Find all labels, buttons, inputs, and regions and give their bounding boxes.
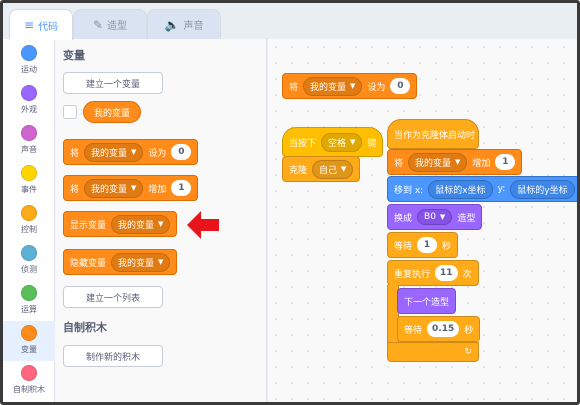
code-icon: ≡ [23,18,35,32]
key-dropdown[interactable]: 空格 ▼ [321,132,363,152]
hide-variable-block[interactable]: 隐藏变量 我的变量 ▼ [63,249,178,275]
red-arrow-icon [187,211,219,239]
category-looks[interactable]: 外观 [3,81,55,121]
brush-icon: ✎ [92,17,104,32]
block-palette: 变量 建立一个变量 我的变量 将 我的变量 ▼ 设为 0 将 我的变量 ▼ 增加 1… [55,39,267,402]
category-operators[interactable]: 运算 [3,281,55,321]
tab-costumes[interactable]: ✎ 造型 [73,9,147,39]
ws-set-variable-block[interactable]: 将 我的变量 ▼ 设为 0 [282,73,418,99]
sensing-dot-icon [21,245,37,261]
mouse-x-reporter[interactable]: 鼠标的x坐标 [428,179,493,199]
make-list-button[interactable]: 建立一个列表 [63,286,163,308]
chevron-down-icon: ▼ [350,138,356,146]
variable-dropdown[interactable]: 我的变量 ▼ [84,142,144,162]
when-start-as-clone-hat[interactable]: 当作为克隆体启动时 [387,119,479,149]
wait-seconds-input[interactable]: 1 [417,237,438,253]
set-variable-block[interactable]: 将 我的变量 ▼ 设为 0 [63,139,199,165]
make-block-button[interactable]: 制作新的积木 [63,345,163,367]
code-workspace: 将 我的变量 ▼ 设为 0 当按下 空格 ▼ 键 克隆 自己 ▼ 当作为克隆体启动时 … [268,39,577,402]
myblocks-section-title: 自制积木 [63,321,107,334]
variable-dropdown[interactable]: 我的变量 ▼ [408,152,468,172]
tab-code[interactable]: ≡ 代码 [9,9,73,40]
category-control[interactable]: 控制 [3,201,55,241]
set-value-input[interactable]: 0 [390,78,411,94]
wait-seconds-input[interactable]: 0.15 [427,321,460,337]
variable-dropdown[interactable]: 我的变量 ▼ [111,214,171,234]
chevron-down-icon: ▼ [158,258,164,266]
category-events[interactable]: 事件 [3,161,55,201]
chevron-down-icon: ▼ [158,220,164,228]
operators-dot-icon [21,285,37,301]
variables-section-title: 变量 [63,49,85,62]
chevron-down-icon: ▼ [439,213,446,221]
chevron-down-icon: ▼ [455,158,461,166]
mouse-y-reporter[interactable]: 鼠标的y坐标 [510,179,575,199]
repeat-count-input[interactable]: 11 [435,265,458,281]
repeat-block-bottom: ↻ [387,342,479,362]
category-sound[interactable]: 声音 [3,121,55,161]
category-menu: 运动 外观 声音 事件 控制 侦测 运算 变量 自制积木 [3,39,55,402]
my-variable-reporter[interactable]: 我的变量 [83,101,142,123]
sound-dot-icon [21,125,37,141]
tab-sounds[interactable]: 🔈 声音 [147,9,221,39]
motion-dot-icon [21,45,37,61]
tab-bar: ≡ 代码 ✎ 造型 🔈 声音 [3,3,577,40]
create-clone-block[interactable]: 克隆 自己 ▼ [282,156,361,182]
looks-dot-icon [21,85,37,101]
ws-change-variable-block[interactable]: 将 我的变量 ▼ 增加 1 [387,149,523,175]
change-value-input[interactable]: 1 [171,180,192,196]
chevron-down-icon: ▼ [350,82,356,90]
events-dot-icon [21,165,37,181]
clone-target-dropdown[interactable]: 自己 ▼ [312,159,354,179]
chevron-down-icon: ▼ [131,148,137,156]
control-dot-icon [21,205,37,221]
variable-dropdown[interactable]: 我的变量 ▼ [303,76,363,96]
chevron-down-icon: ▼ [131,184,137,192]
variables-dot-icon [21,325,37,341]
chevron-down-icon: ▼ [341,165,347,173]
category-myblocks[interactable]: 自制积木 [3,361,55,401]
category-variables[interactable]: 变量 [3,321,55,361]
wait-block-2[interactable]: 等待 0.15 秒 [397,316,481,342]
wait-block[interactable]: 等待 1 秒 [387,232,459,258]
category-sensing[interactable]: 侦测 [3,241,55,281]
myblocks-dot-icon [21,365,37,381]
speaker-icon: 🔈 [164,17,180,32]
loop-arrow-icon: ↻ [464,347,472,357]
goto-xy-block[interactable]: 移到 x: 鼠标的x坐标 y: 鼠标的y坐标 [387,176,577,202]
variable-dropdown[interactable]: 我的变量 ▼ [84,178,144,198]
make-variable-button[interactable]: 建立一个变量 [63,72,163,94]
category-motion[interactable]: 运动 [3,41,55,81]
show-variable-block[interactable]: 显示变量 我的变量 ▼ [63,211,178,237]
set-value-input[interactable]: 0 [171,144,192,160]
next-costume-block[interactable]: 下一个造型 [397,288,457,314]
costume-dropdown[interactable]: B0 ▼ [417,209,453,225]
switch-costume-block[interactable]: 换成 B0 ▼ 造型 [387,204,483,230]
change-value-input[interactable]: 1 [495,154,516,170]
when-key-pressed-hat[interactable]: 当按下 空格 ▼ 键 [282,127,384,157]
change-variable-block[interactable]: 将 我的变量 ▼ 增加 1 [63,175,199,201]
repeat-block[interactable]: 重复执行 11 次 [387,260,479,286]
variable-checkbox[interactable] [63,105,77,119]
variable-dropdown[interactable]: 我的变量 ▼ [111,252,171,272]
scratch-editor: ≡ 代码 ✎ 造型 🔈 声音 运动 外观 声音 事件 控制 侦测 运算 变量 自… [0,0,580,405]
